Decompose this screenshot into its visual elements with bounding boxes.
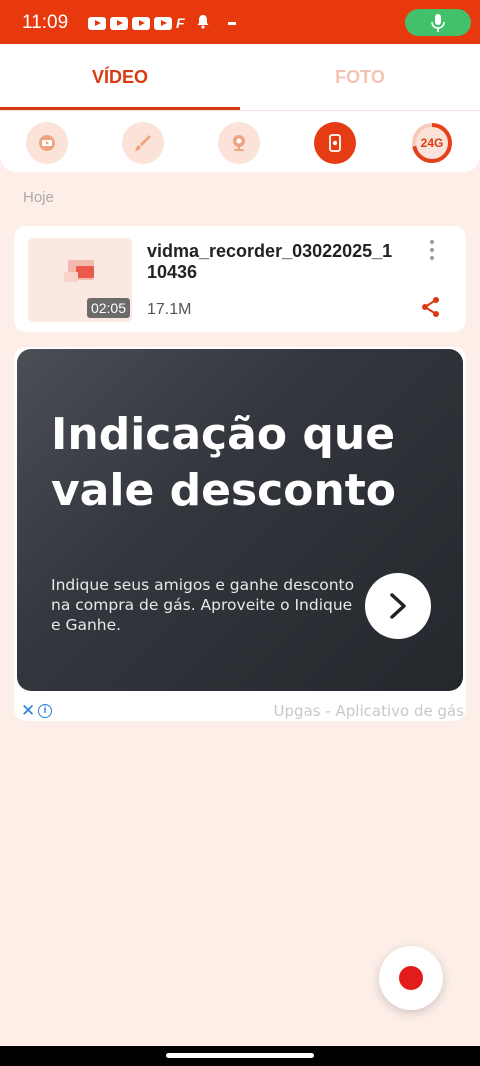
recording-name: vidma_recorder_03022025_110436 (147, 241, 393, 282)
recording-duration: 02:05 (86, 298, 130, 318)
mic-indicator[interactable] (405, 9, 471, 36)
screen-record-icon (329, 134, 341, 152)
chevron-right-icon (390, 593, 406, 619)
webcam-icon (233, 135, 245, 151)
share-icon[interactable] (420, 296, 442, 323)
ad-banner[interactable]: Indicação que vale desconto Indique seus… (17, 349, 463, 691)
video-player-button[interactable] (26, 122, 68, 164)
ad-cta-button[interactable] (365, 573, 431, 639)
ad-container: Indicação que vale desconto Indique seus… (14, 347, 466, 721)
ad-body: Indique seus amigos e ganhe desconto na … (51, 576, 355, 634)
status-bar: 11:09 F (0, 0, 480, 44)
youtube-icon (110, 16, 128, 30)
video-play-icon (39, 135, 55, 151)
more-options-icon[interactable] (422, 240, 442, 262)
minus-icon (228, 21, 236, 25)
notification-icons: F (88, 14, 236, 32)
webcam-button[interactable] (218, 122, 260, 164)
f-icon: F (176, 14, 185, 31)
brush-icon (135, 135, 151, 151)
ad-headline: Indicação que vale desconto (51, 409, 397, 516)
ad-info-icon[interactable]: i (38, 704, 52, 718)
top-panel: VÍDEO FOTO 24G (0, 44, 480, 172)
home-handle[interactable] (166, 1053, 314, 1058)
record-button[interactable] (379, 946, 443, 1010)
storage-indicator[interactable]: 24G (410, 121, 454, 165)
storage-label: 24G (420, 136, 444, 150)
recording-size: 17.1M (147, 301, 192, 318)
bell-icon (196, 14, 210, 32)
youtube-icon (88, 16, 106, 30)
ad-close-icon[interactable]: ✕ (21, 702, 35, 719)
status-time: 11:09 (22, 12, 69, 33)
youtube-icon (154, 16, 172, 30)
record-dot-icon (399, 966, 423, 990)
youtube-icon (132, 16, 150, 30)
screen-record-button[interactable] (314, 122, 356, 164)
navigation-bar (0, 1046, 480, 1066)
tab-foto[interactable]: FOTO (240, 44, 480, 110)
tab-video[interactable]: VÍDEO (0, 44, 240, 110)
brush-button[interactable] (122, 122, 164, 164)
mic-icon (431, 14, 445, 32)
recording-item[interactable]: 02:05 vidma_recorder_03022025_110436 17.… (14, 226, 466, 332)
section-date-label: Hoje (23, 189, 54, 206)
ad-advertiser[interactable]: Upgas - Aplicativo de gás (274, 702, 464, 720)
tab-divider (0, 110, 480, 111)
recording-thumbnail[interactable]: 02:05 (28, 238, 132, 322)
